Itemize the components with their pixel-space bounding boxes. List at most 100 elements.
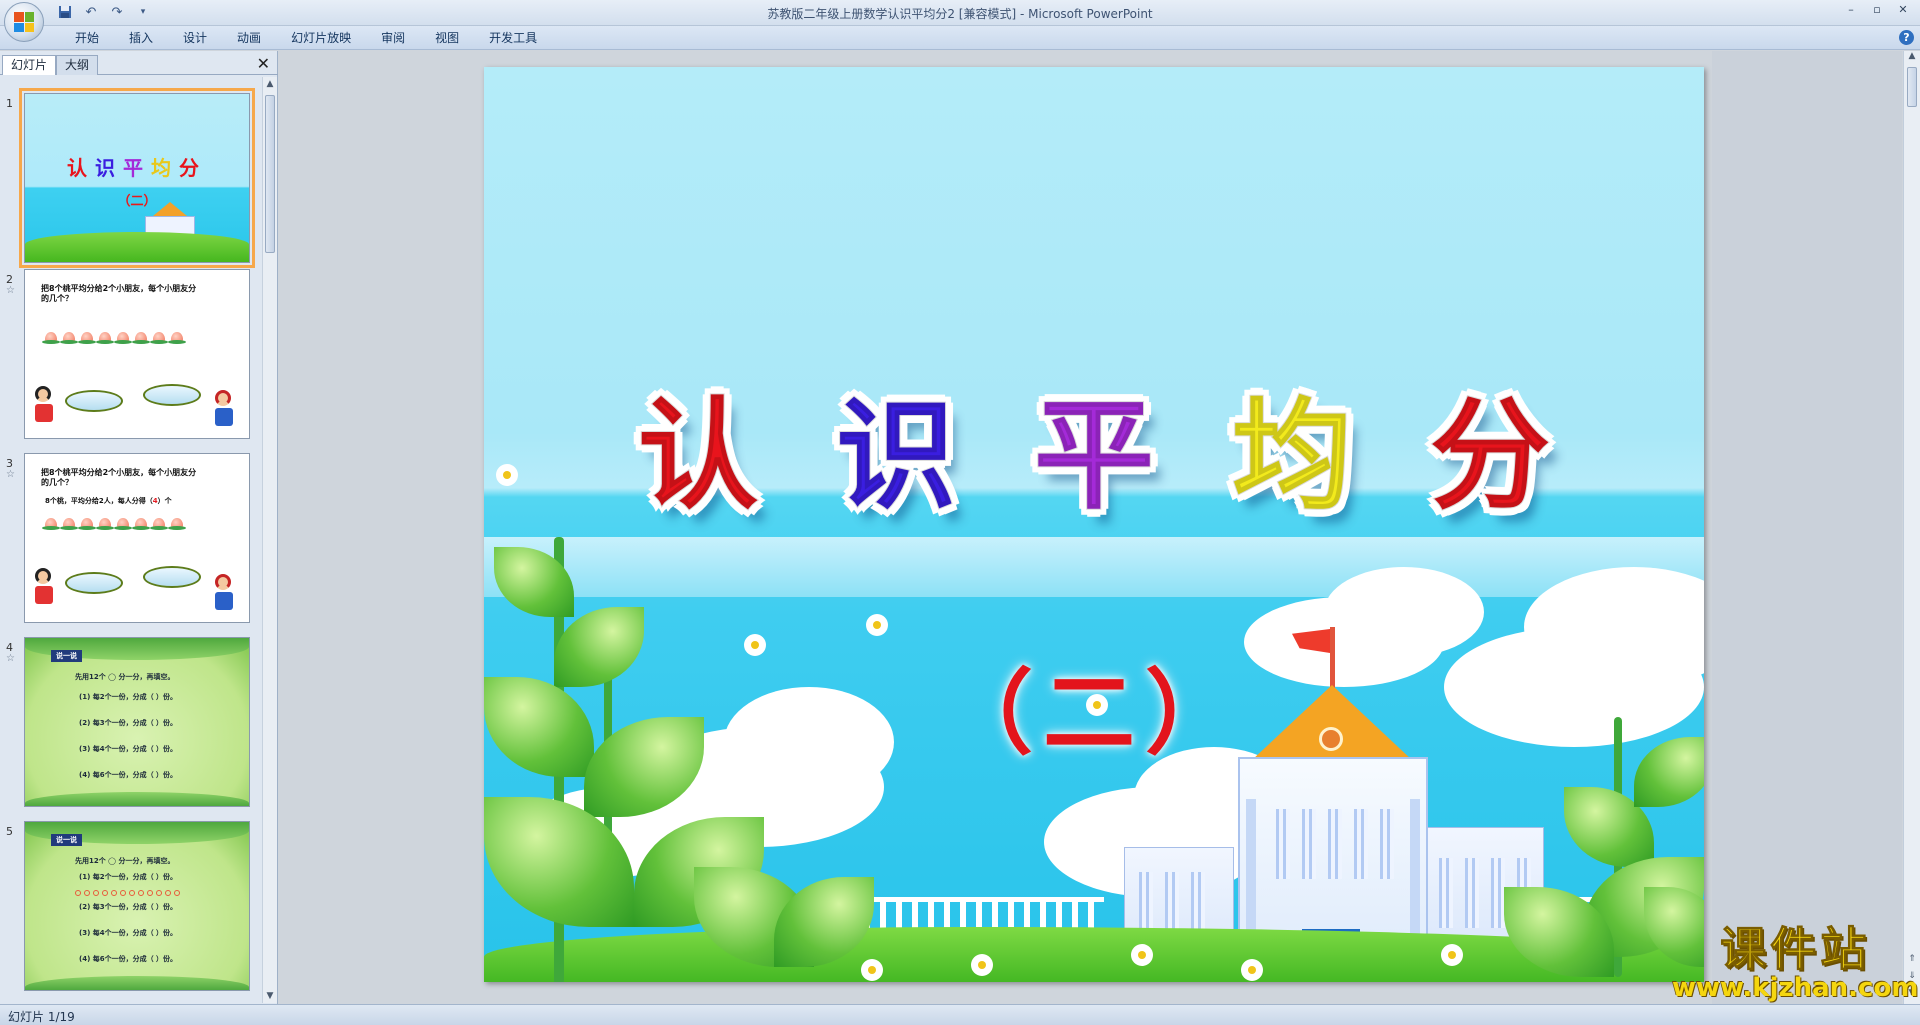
watermark-text: 课件站: [1720, 922, 1871, 976]
peach-icon: [60, 332, 78, 344]
roof-window: [1319, 727, 1343, 751]
thumb-line: (2) 每3个一份，分成（ ）份。: [79, 903, 178, 911]
window: [1354, 809, 1368, 879]
peach-icon: [114, 518, 132, 530]
restore-icon[interactable]: ▫: [1866, 2, 1888, 18]
scroll-down-icon[interactable]: ▼: [263, 989, 277, 1003]
thumb-title-char: 认: [67, 156, 95, 180]
close-icon[interactable]: ✕: [257, 55, 270, 73]
window: [1380, 809, 1394, 879]
tab-slideshow[interactable]: 幻灯片放映: [276, 30, 366, 46]
slide-thumbnail-2[interactable]: 把8个桃平均分给2个小朋友，每个小朋友分的几个？: [24, 269, 250, 439]
boy-icon: [215, 390, 233, 434]
tab-outline[interactable]: 大纲: [56, 55, 99, 75]
thumb-label: 说一说: [51, 834, 82, 846]
thumb-question: 把8个桃平均分给2个小朋友，每个小朋友分的几个？: [41, 284, 197, 303]
slide-thumbnail-5[interactable]: 说一说 先用12个 ◯ 分一分，再填空。 (1) 每2个一份，分成（ ）份。 (…: [24, 821, 250, 991]
peach-icon: [42, 332, 60, 344]
office-button[interactable]: [4, 2, 44, 42]
window: [1276, 809, 1290, 879]
slide-indicator: 幻灯片 1/19: [8, 1010, 75, 1024]
peach-icon: [114, 332, 132, 344]
window: [1302, 809, 1316, 879]
tab-design[interactable]: 设计: [168, 30, 222, 46]
slide-thumbnail-4[interactable]: 说一说 先用12个 ◯ 分一分，再填空。 (1) 每2个一份，分成（ ）份。 (…: [24, 637, 250, 807]
thumb-label: 说一说: [51, 650, 82, 662]
window-controls: – ▫ ✕: [1840, 2, 1914, 18]
flower-icon: [1089, 697, 1105, 713]
editor-scrollbar[interactable]: ▲ ⇑ ⇓ ▼: [1903, 51, 1920, 1004]
window-title: 苏教版二年级上册数学认识平均分2 [兼容模式] - Microsoft Powe…: [767, 7, 1153, 21]
thumb-ground: [25, 232, 249, 262]
peach-icon: [150, 518, 168, 530]
tab-animations[interactable]: 动画: [222, 30, 276, 46]
answer-suffix: ）个: [157, 497, 172, 505]
peach-icon: [150, 332, 168, 344]
thumb-line: (1) 每2个一份，分成（ ）份。: [79, 693, 178, 701]
peach-icon: [60, 518, 78, 530]
window: [1491, 858, 1505, 928]
sky-band: [484, 537, 1704, 597]
pane-tabs: 幻灯片 大纲 ✕: [0, 53, 278, 75]
slides-pane: 幻灯片 大纲 ✕ 1 认识平均分 （二） 2 ☆ 把8个桃平均分给2个小朋友，每…: [0, 51, 278, 1004]
animation-star-icon: ☆: [6, 653, 15, 664]
thumb-line: (1) 每2个一份，分成（ ）份。: [79, 873, 178, 881]
slide-thumbnail-3[interactable]: 把8个桃平均分给2个小朋友，每个小朋友分的几个？ 8个桃，平均分给2人，每人分得…: [24, 453, 250, 623]
slide-number: 1: [6, 97, 13, 110]
tab-review[interactable]: 审阅: [366, 30, 420, 46]
scroll-thumb[interactable]: [1907, 67, 1917, 107]
tab-slides[interactable]: 幻灯片: [2, 55, 57, 75]
status-bar: 幻灯片 1/19: [0, 1004, 1920, 1025]
thumb-line: (2) 每3个一份，分成（ ）份。: [79, 719, 178, 727]
slide-title[interactable]: 认 识 平 均 分: [484, 386, 1704, 527]
plate-icon: [143, 384, 201, 406]
thumb-circles: [75, 890, 180, 896]
flower-icon: [864, 962, 880, 978]
answer-prefix: 8个桃，平均分给2人，每人分得（: [45, 497, 153, 505]
thumb-line: (4) 每6个一份，分成（ ）份。: [79, 955, 178, 963]
thumb-title-char: 识: [95, 156, 123, 180]
tab-developer[interactable]: 开发工具: [474, 30, 552, 46]
title-char: 平: [1033, 386, 1155, 527]
peach-icon: [132, 332, 150, 344]
editor-margin: [1712, 51, 1902, 1004]
close-icon[interactable]: ✕: [1892, 2, 1914, 18]
peach-icon: [78, 332, 96, 344]
thumb-title-char: 均: [151, 156, 179, 180]
flower-icon: [974, 957, 990, 973]
tab-home[interactable]: 开始: [60, 30, 114, 46]
help-icon[interactable]: ?: [1899, 30, 1914, 45]
boy-icon: [215, 574, 233, 618]
pane-scrollbar[interactable]: ▲ ▼: [262, 77, 277, 1003]
thumb-line: 先用12个 ◯ 分一分，再填空。: [75, 673, 175, 681]
ribbon: 开始 插入 设计 动画 幻灯片放映 审阅 视图 开发工具 ?: [0, 26, 1920, 50]
slide-thumbnail-1[interactable]: 认识平均分 （二）: [19, 88, 255, 268]
thumb-footer: [25, 792, 249, 806]
thumb-line: (3) 每4个一份，分成（ ）份。: [79, 745, 178, 753]
current-slide[interactable]: 认 识 平 均 分 （二）: [484, 67, 1704, 982]
tab-insert[interactable]: 插入: [114, 30, 168, 46]
thumb-roof: [153, 202, 187, 216]
window: [1439, 858, 1453, 928]
plate-icon: [65, 390, 123, 412]
minimize-icon[interactable]: –: [1840, 2, 1862, 18]
title-char: 分: [1429, 386, 1551, 527]
office-logo-icon: [14, 12, 34, 32]
peach-row: [42, 518, 186, 530]
thumb-subtitle: （二）: [117, 194, 157, 209]
scroll-thumb[interactable]: [265, 95, 275, 253]
slide-thumbnails: 1 认识平均分 （二） 2 ☆ 把8个桃平均分给2个小朋友，每个小朋友分的几个？: [0, 77, 262, 1003]
scroll-up-icon[interactable]: ▲: [263, 77, 277, 91]
title-char: 均: [1231, 386, 1353, 527]
flower-icon: [1444, 947, 1460, 963]
thumb-line: (3) 每4个一份，分成（ ）份。: [79, 929, 178, 937]
tab-view[interactable]: 视图: [420, 30, 474, 46]
thumb-title-char: 分: [179, 156, 207, 180]
ribbon-tabs: 开始 插入 设计 动画 幻灯片放映 审阅 视图 开发工具: [60, 30, 552, 46]
scroll-up-icon[interactable]: ▲: [1905, 51, 1919, 65]
flower-icon: [499, 467, 515, 483]
window: [1328, 809, 1342, 879]
peach-icon: [78, 518, 96, 530]
thumb-answer: 8个桃，平均分给2人，每人分得（4）个: [45, 496, 172, 506]
peach-icon: [96, 332, 114, 344]
